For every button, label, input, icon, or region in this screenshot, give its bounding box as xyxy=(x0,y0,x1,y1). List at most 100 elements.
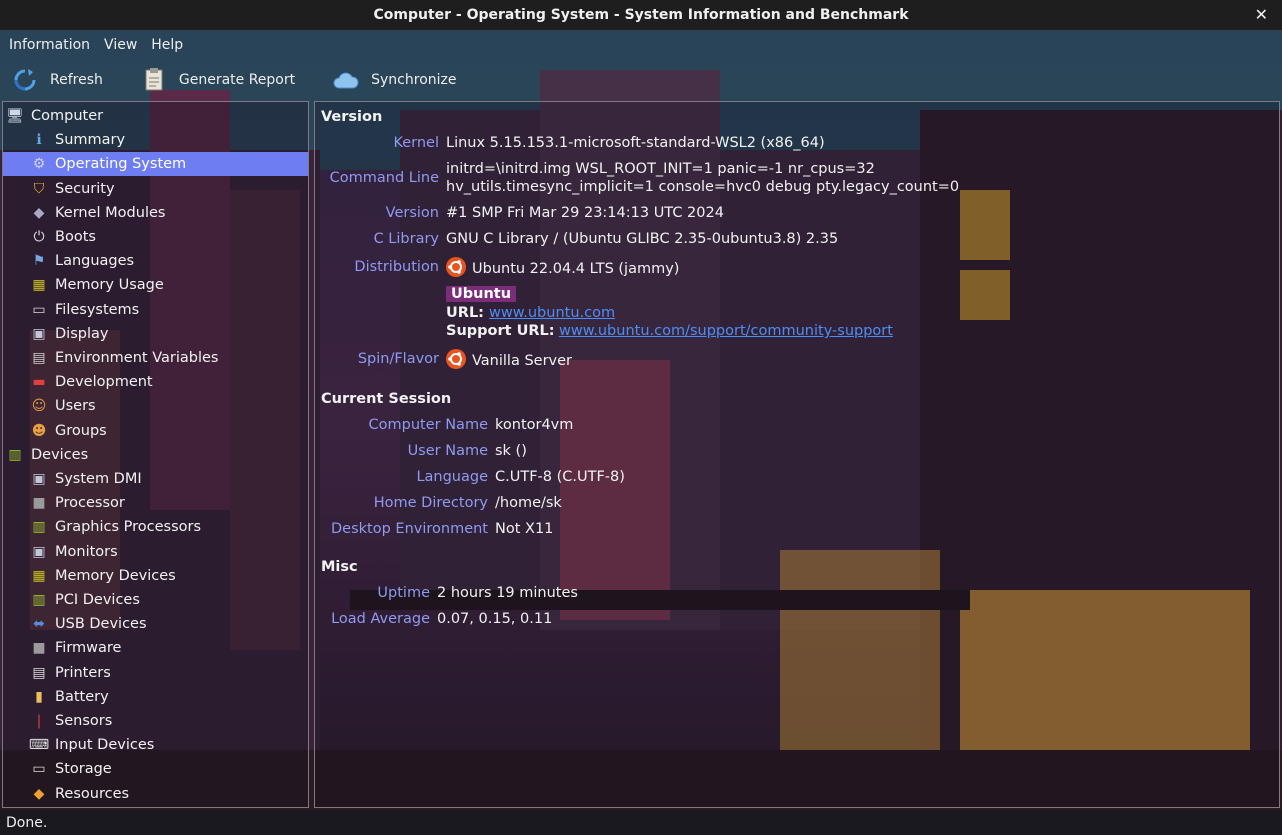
spin-flavor-text: Vanilla Server xyxy=(472,353,572,369)
synchronize-button[interactable]: Synchronize xyxy=(333,67,456,93)
menu-information[interactable]: Information xyxy=(2,37,97,53)
uptime-value: 2 hours 19 minutes xyxy=(437,585,578,601)
group-icon: ☻ xyxy=(31,422,47,439)
kernel-value: Linux 5.15.153.1-microsoft-standard-WSL2… xyxy=(446,135,825,151)
user-name-label: User Name xyxy=(407,443,488,459)
board-icon: ▥ xyxy=(8,446,22,463)
sidebar-item-graphics-processors[interactable]: ▥ Graphics Processors xyxy=(3,515,308,539)
sidebar-item-label: Boots xyxy=(55,229,96,245)
generate-report-button[interactable]: Generate Report xyxy=(141,67,295,93)
sidebar-item-monitors[interactable]: ▣ Monitors xyxy=(3,540,308,564)
sidebar-item-label: Input Devices xyxy=(55,737,155,754)
sidebar-item-users[interactable]: ☺ Users xyxy=(3,394,308,418)
sidebar-item-computer[interactable]: 🖥 Computer xyxy=(3,104,308,128)
sidebar-item-input-devices[interactable]: ⌨ Input Devices xyxy=(3,733,308,757)
toolbox-icon: ▬ xyxy=(32,374,46,391)
spin-flavor-label: Spin/Flavor xyxy=(357,351,439,367)
sidebar-item-label: Firmware xyxy=(55,640,122,657)
menu-help[interactable]: Help xyxy=(144,37,190,53)
load-average-value: 0.07, 0.15, 0.11 xyxy=(437,611,553,627)
uptime-label: Uptime xyxy=(377,585,430,601)
cpu-icon: ■ xyxy=(32,640,46,657)
flag-icon: ⚑ xyxy=(32,253,46,270)
toolbar: Refresh Generate Report Synchronize xyxy=(0,62,1282,98)
diamond-icon: ◆ xyxy=(33,785,45,802)
sidebar-item-resources[interactable]: ◆ Resources xyxy=(3,782,308,806)
url-link[interactable]: www.ubuntu.com xyxy=(489,305,615,321)
home-directory-label: Home Directory xyxy=(373,495,488,511)
kernel-label: Kernel xyxy=(393,135,439,151)
sidebar-item-operating-system[interactable]: ⚙ Operating System xyxy=(3,152,308,177)
sidebar-item-printers[interactable]: ▤ Printers xyxy=(3,661,308,685)
sidebar-item-kernel-modules[interactable]: ◆ Kernel Modules xyxy=(3,201,308,225)
sidebar-item-label: Groups xyxy=(55,422,107,439)
thermometer-icon: ❘ xyxy=(33,713,45,729)
drive-icon: ▭ xyxy=(32,761,46,778)
chip-icon: ▦ xyxy=(32,567,46,584)
sidebar-item-label: Summary xyxy=(55,132,126,149)
c-library-label: C Library xyxy=(373,231,439,247)
sidebar-item-memory-devices[interactable]: ▦ Memory Devices xyxy=(3,564,308,588)
sidebar-item-label: Operating System xyxy=(55,156,187,173)
version-value: #1 SMP Fri Mar 29 23:14:13 UTC 2024 xyxy=(446,205,724,221)
command-line-label: Command Line xyxy=(329,170,439,186)
sidebar-item-label: Computer xyxy=(31,108,104,124)
url-label: URL: xyxy=(446,305,484,321)
sidebar-item-sensors[interactable]: ❘ Sensors xyxy=(3,709,308,733)
sidebar-item-boots[interactable]: ⏻ Boots xyxy=(3,225,308,249)
desktop-environment-value: Not X11 xyxy=(495,521,554,537)
section-current-session: Current Session xyxy=(321,391,452,407)
monitor-icon: ▣ xyxy=(32,543,46,560)
report-icon xyxy=(141,67,167,93)
status-bar: Done. xyxy=(0,810,1282,835)
sidebar-item-system-dmi[interactable]: ▣ System DMI xyxy=(3,467,308,491)
close-icon[interactable]: ✕ xyxy=(1255,5,1268,24)
command-line-value-1: initrd=\initrd.img WSL_ROOT_INIT=1 panic… xyxy=(446,161,875,177)
sidebar-item-label: Memory Devices xyxy=(55,567,176,584)
sidebar-item-label: Storage xyxy=(55,761,112,778)
sidebar-item-battery[interactable]: ▮ Battery xyxy=(3,685,308,709)
sidebar-item-usb-devices[interactable]: ⬌ USB Devices xyxy=(3,612,308,636)
ubuntu-logo-icon xyxy=(446,349,466,369)
sidebar-item-label: Resources xyxy=(55,785,130,802)
sidebar-item-label: Users xyxy=(55,398,96,415)
drive-icon: ▭ xyxy=(32,301,46,318)
sidebar-item-label: Security xyxy=(55,180,115,197)
sidebar-item-languages[interactable]: ⚑ Languages xyxy=(3,249,308,273)
sidebar-item-filesystems[interactable]: ▭ Filesystems xyxy=(3,298,308,322)
sidebar-item-processor[interactable]: ■ Processor xyxy=(3,491,308,515)
computer-icon: 🖥 xyxy=(6,108,24,124)
cpu-icon: ■ xyxy=(32,495,46,512)
refresh-button[interactable]: Refresh xyxy=(12,67,103,93)
sidebar-item-label: Filesystems xyxy=(55,301,140,318)
sidebar-item-security[interactable]: ⛉ Security xyxy=(3,177,308,201)
sidebar-item-storage[interactable]: ▭ Storage xyxy=(3,757,308,781)
sidebar-item-label: Environment Variables xyxy=(55,350,219,366)
sidebar-item-groups[interactable]: ☻ Groups xyxy=(3,419,308,443)
sidebar-item-devices[interactable]: ▥ Devices xyxy=(3,443,308,467)
support-url-link[interactable]: www.ubuntu.com/support/community-support xyxy=(559,323,893,339)
sidebar-item-summary[interactable]: ℹ Summary xyxy=(3,128,308,152)
distribution-text: Ubuntu 22.04.4 LTS (jammy) xyxy=(472,261,680,277)
spin-flavor-value: Vanilla Server xyxy=(446,349,572,369)
status-text: Done. xyxy=(6,814,48,831)
refresh-label: Refresh xyxy=(50,72,103,88)
sidebar-item-development[interactable]: ▬ Development xyxy=(3,370,308,394)
menu-view[interactable]: View xyxy=(97,37,144,53)
board-icon: ▥ xyxy=(32,519,46,536)
module-icon: ◆ xyxy=(33,204,45,221)
users-icon: ☺ xyxy=(31,398,47,415)
sidebar-item-environment-variables[interactable]: ▤ Environment Variables xyxy=(3,346,308,370)
sidebar-item-label: Battery xyxy=(55,688,109,705)
chip-icon: ▦ xyxy=(32,277,46,294)
sidebar-item-pci-devices[interactable]: ▥ PCI Devices xyxy=(3,588,308,612)
sidebar-item-label: Memory Usage xyxy=(55,277,164,294)
c-library-value: GNU C Library / (Ubuntu GLIBC 2.35-0ubun… xyxy=(446,231,839,247)
sidebar-item-memory-usage[interactable]: ▦ Memory Usage xyxy=(3,273,308,297)
ubuntu-logo-icon xyxy=(446,257,466,277)
terminal-icon: ▤ xyxy=(32,350,46,366)
sidebar-item-display[interactable]: ▣ Display xyxy=(3,322,308,346)
sidebar-item-label: USB Devices xyxy=(55,616,147,633)
sidebar-item-firmware[interactable]: ■ Firmware xyxy=(3,636,308,660)
section-misc: Misc xyxy=(321,559,358,575)
